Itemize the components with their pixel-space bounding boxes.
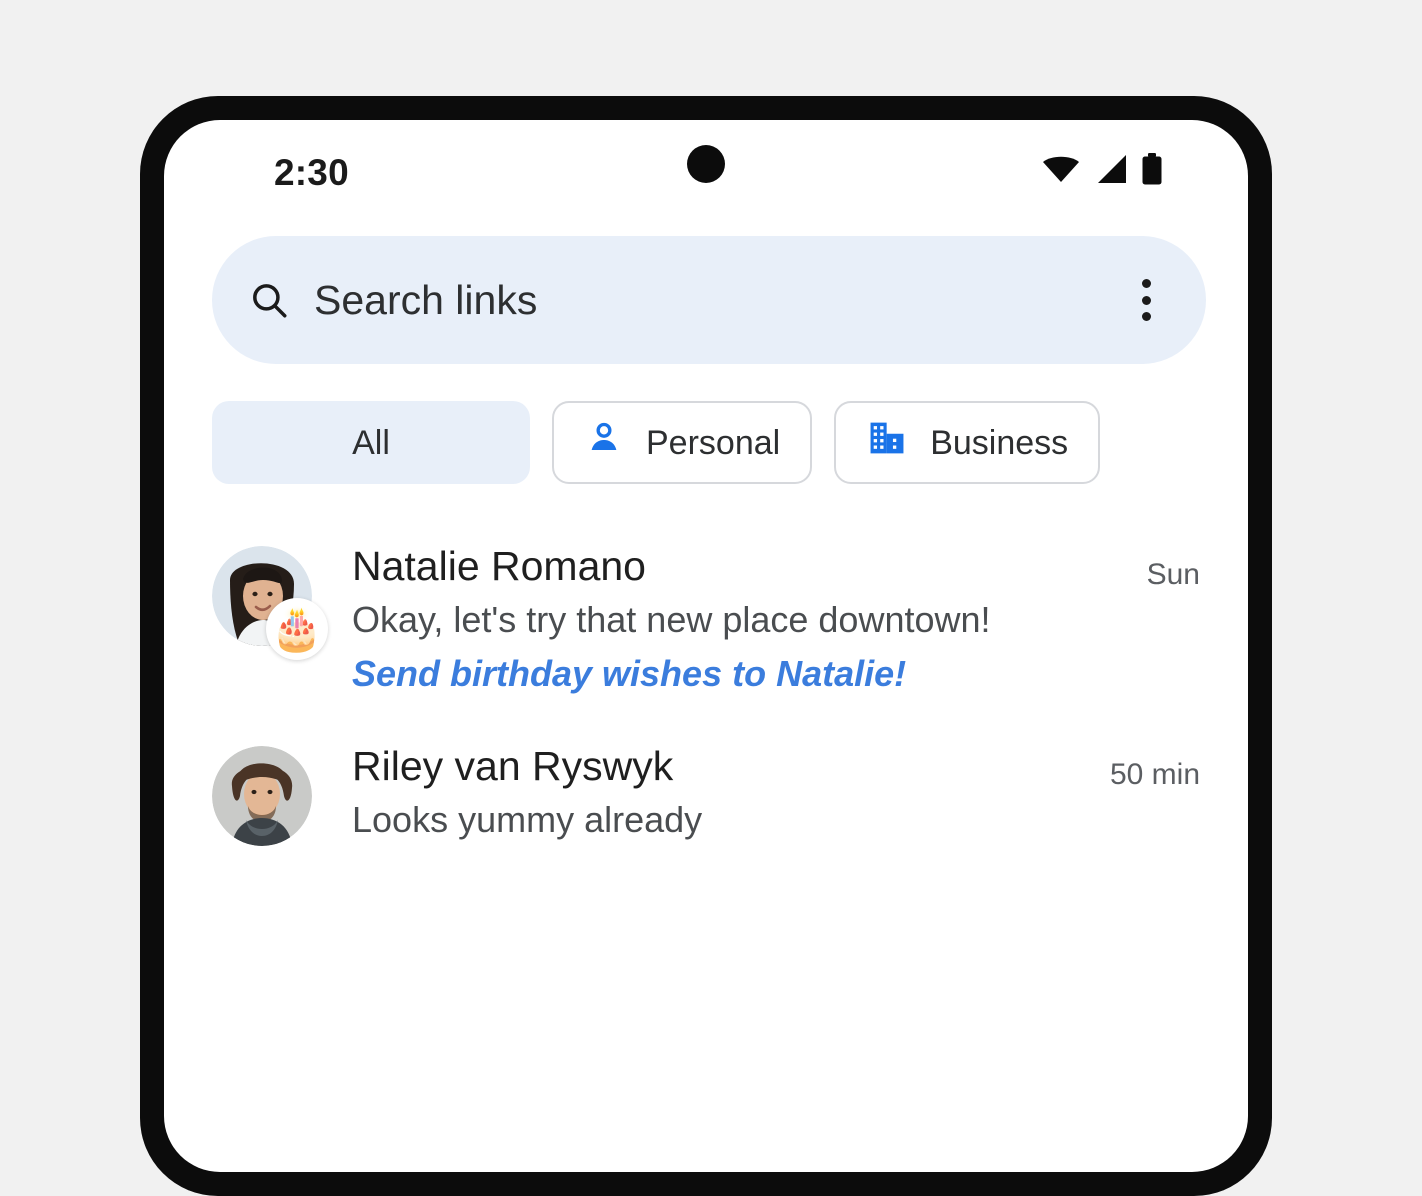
filter-chip-all-label: All bbox=[352, 426, 390, 460]
filter-chip-business[interactable]: Business bbox=[834, 401, 1100, 484]
birthday-cake-badge-icon: 🎂 bbox=[266, 598, 328, 660]
conversation-row[interactable]: Riley van Ryswyk Looks yummy already 50 … bbox=[164, 720, 1248, 868]
search-icon bbox=[248, 279, 290, 321]
filter-chip-group: All Personal bbox=[212, 401, 1100, 484]
conversation-row[interactable]: 🎂 Natalie Romano Okay, let's try that ne… bbox=[164, 520, 1248, 720]
conversation-snippet: Looks yummy already bbox=[352, 797, 1094, 844]
conversation-sender-name: Riley van Ryswyk bbox=[352, 742, 1094, 790]
riley-van-ryswyk-avatar-image bbox=[212, 746, 312, 846]
status-bar: 2:30 bbox=[164, 120, 1248, 224]
conversation-timestamp: 50 min bbox=[1110, 760, 1200, 790]
conversation-snippet: Okay, let's try that new place downtown! bbox=[352, 597, 1131, 644]
phone-device-frame: 2:30 bbox=[140, 96, 1272, 1196]
avatar[interactable]: 🎂 bbox=[212, 546, 312, 646]
filter-chip-personal-label: Personal bbox=[646, 426, 780, 460]
conversation-timestamp: Sun bbox=[1147, 560, 1200, 590]
search-input[interactable]: Search links bbox=[314, 280, 1124, 321]
filter-chip-personal[interactable]: Personal bbox=[552, 401, 812, 484]
filter-chip-all[interactable]: All bbox=[212, 401, 530, 484]
avatar[interactable] bbox=[212, 746, 312, 846]
cellular-signal-icon bbox=[1094, 154, 1128, 189]
conversation-list: 🎂 Natalie Romano Okay, let's try that ne… bbox=[164, 520, 1248, 868]
conversation-content: Natalie Romano Okay, let's try that new … bbox=[352, 542, 1147, 698]
person-icon bbox=[584, 418, 624, 467]
conversation-smart-suggestion[interactable]: Send birthday wishes to Natalie! bbox=[352, 651, 1131, 698]
domain-building-icon bbox=[866, 417, 908, 468]
more-vert-icon[interactable] bbox=[1124, 276, 1168, 324]
wifi-icon bbox=[1041, 154, 1081, 189]
battery-full-icon bbox=[1141, 153, 1163, 190]
status-bar-clock: 2:30 bbox=[274, 154, 349, 191]
phone-screen: 2:30 bbox=[164, 120, 1248, 1172]
conversation-sender-name: Natalie Romano bbox=[352, 542, 1131, 590]
search-bar[interactable]: Search links bbox=[212, 236, 1206, 364]
status-bar-icons bbox=[1041, 153, 1163, 190]
front-camera-punch-hole bbox=[687, 145, 725, 183]
conversation-content: Riley van Ryswyk Looks yummy already bbox=[352, 742, 1110, 844]
filter-chip-business-label: Business bbox=[930, 426, 1068, 460]
